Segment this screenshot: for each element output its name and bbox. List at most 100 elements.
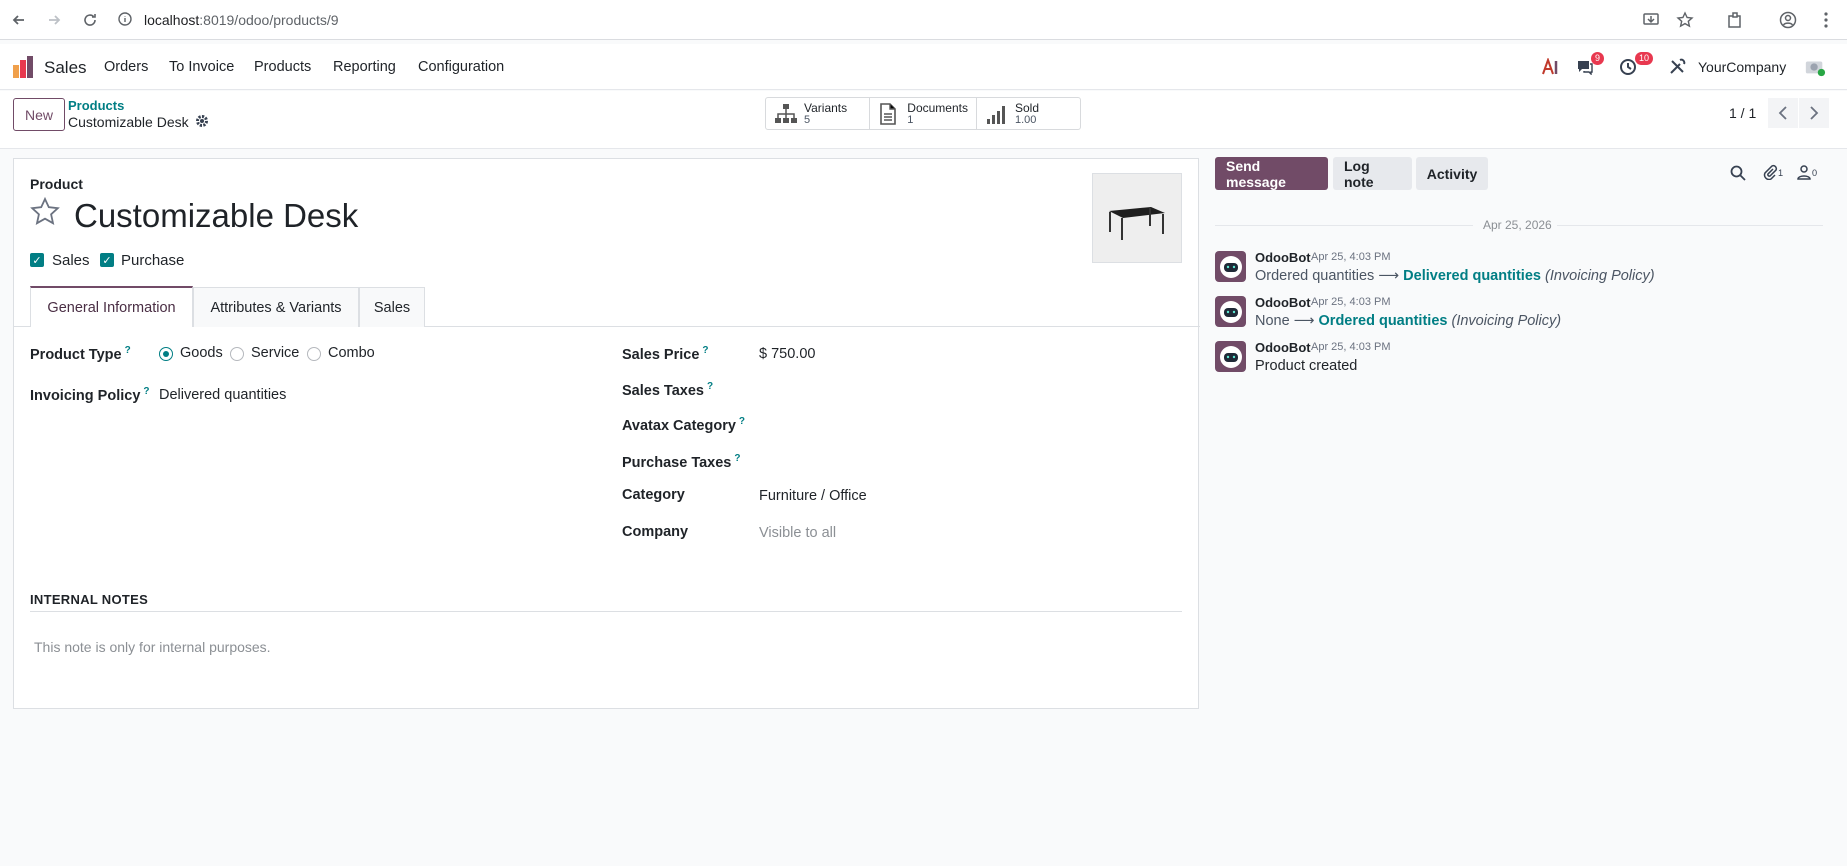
category-label: Category (622, 487, 685, 503)
reload-icon[interactable] (80, 10, 100, 30)
attachments-count: 1 (1778, 168, 1784, 178)
odoobot-avatar[interactable] (1215, 251, 1246, 282)
sales-price-label: Sales Price? (622, 345, 709, 363)
pager-previous-icon[interactable] (1768, 98, 1798, 128)
message-date: Apr 25, 4:03 PM (1311, 296, 1391, 308)
help-icon[interactable]: ? (125, 345, 131, 356)
send-message-button[interactable]: Send message (1215, 157, 1328, 190)
sales-checkbox[interactable]: ✓ (30, 253, 44, 267)
activity-button[interactable]: Activity (1416, 157, 1488, 190)
category-field[interactable]: Furniture / Office (759, 488, 867, 504)
menu-configuration[interactable]: Configuration (418, 59, 504, 75)
sales-app-icon[interactable] (12, 56, 34, 78)
install-app-icon[interactable] (1641, 10, 1661, 30)
menu-reporting[interactable]: Reporting (333, 59, 396, 75)
radio-goods-label[interactable]: Goods (180, 345, 223, 361)
profile-icon[interactable] (1778, 10, 1798, 30)
avatax-category-field[interactable] (759, 412, 1179, 436)
attachments-button[interactable]: 1 (1762, 163, 1783, 183)
sold-label: Sold (1015, 100, 1040, 115)
variants-stat-button[interactable]: Variants 5 (766, 98, 870, 129)
help-icon[interactable]: ? (739, 416, 745, 427)
help-icon[interactable]: ? (707, 381, 713, 392)
message-author[interactable]: OdooBot (1255, 250, 1311, 265)
product-name-field[interactable]: Customizable Desk (74, 197, 358, 235)
help-icon[interactable]: ? (734, 453, 740, 464)
sales-price-field[interactable]: $ 750.00 (759, 346, 815, 362)
followers-button[interactable]: 0 (1796, 163, 1817, 183)
main-navbar: Sales Orders To Invoice Products Reporti… (0, 44, 1847, 90)
internal-notes-heading: INTERNAL NOTES (30, 592, 149, 607)
pager-next-icon[interactable] (1799, 98, 1829, 128)
new-button[interactable]: New (13, 98, 65, 131)
purchase-checkbox[interactable]: ✓ (100, 253, 114, 267)
help-icon[interactable]: ? (143, 386, 149, 397)
avatax-category-label: Avatax Category? (622, 416, 746, 434)
odoobot-avatar[interactable] (1215, 341, 1246, 372)
site-info-icon[interactable] (118, 11, 132, 29)
sold-stat-button[interactable]: Sold 1.00 (977, 98, 1080, 129)
invoicing-policy-label: Invoicing Policy? (30, 386, 150, 404)
message-author[interactable]: OdooBot (1255, 340, 1311, 355)
sales-taxes-field[interactable] (759, 377, 1179, 401)
radio-combo[interactable] (307, 347, 321, 361)
extensions-icon[interactable] (1725, 10, 1745, 30)
messages-badge: 9 (1590, 52, 1604, 65)
message-body: Ordered quantities ⟶ Delivered quantitie… (1255, 268, 1655, 284)
url-path: :8019/odoo/products/9 (199, 12, 339, 28)
bar-chart-icon (985, 103, 1009, 125)
radio-service-label[interactable]: Service (251, 345, 299, 361)
odoobot-avatar[interactable] (1215, 296, 1246, 327)
documents-stat-button[interactable]: Documents 1 (870, 98, 977, 129)
forward-icon[interactable] (44, 10, 64, 30)
company-switcher[interactable]: YourCompany (1698, 59, 1786, 75)
tools-icon[interactable] (1666, 56, 1688, 78)
purchase-checkbox-label: Purchase (121, 252, 185, 269)
company-field[interactable]: Visible to all (759, 525, 836, 541)
sitemap-icon (774, 103, 798, 125)
breadcrumb-current: Customizable Desk (68, 114, 189, 130)
tab-general-information[interactable]: General Information (30, 286, 193, 327)
purchase-taxes-field[interactable] (759, 449, 1179, 473)
back-icon[interactable] (9, 10, 29, 30)
browser-menu-icon[interactable] (1816, 10, 1836, 30)
menu-products[interactable]: Products (254, 59, 311, 75)
paperclip-icon (1762, 164, 1778, 183)
app-name[interactable]: Sales (44, 58, 87, 78)
user-icon (1796, 164, 1812, 183)
tab-attributes-variants[interactable]: Attributes & Variants (193, 287, 359, 327)
documents-label: Documents (907, 100, 968, 115)
user-avatar-icon[interactable] (1804, 56, 1826, 78)
gear-icon[interactable] (195, 114, 209, 128)
log-note-button[interactable]: Log note (1333, 157, 1412, 190)
product-image[interactable] (1092, 173, 1182, 263)
internal-notes-field[interactable]: This note is only for internal purposes. (34, 639, 271, 655)
menu-to-invoice[interactable]: To Invoice (169, 59, 234, 75)
help-icon[interactable]: ? (702, 345, 708, 356)
ai-icon[interactable] (1540, 56, 1562, 78)
breadcrumb-products[interactable]: Products (68, 98, 124, 113)
favorite-star-icon[interactable] (30, 196, 60, 227)
tab-sales[interactable]: Sales (359, 287, 425, 327)
radio-service[interactable] (230, 347, 244, 361)
radio-combo-label[interactable]: Combo (328, 345, 375, 361)
activities-clock-icon[interactable]: 10 (1617, 52, 1653, 78)
radio-goods[interactable] (159, 347, 173, 361)
search-messages-icon[interactable] (1730, 163, 1746, 183)
invoicing-policy-field[interactable]: Delivered quantities (159, 387, 286, 403)
menu-orders[interactable]: Orders (104, 59, 148, 75)
messages-icon[interactable]: 9 (1574, 52, 1604, 78)
pager-value[interactable]: 1 / 1 (1729, 105, 1756, 121)
variants-count: 5 (804, 113, 811, 126)
bookmark-star-icon[interactable] (1675, 10, 1695, 30)
browser-toolbar: localhost:8019/odoo/products/9 (0, 0, 1847, 40)
message-body: None ⟶ Ordered quantities (Invoicing Pol… (1255, 313, 1562, 329)
product-label: Product (30, 176, 83, 192)
product-type-label: Product Type? (30, 345, 131, 363)
date-separator: Apr 25, 2026 (1215, 217, 1823, 233)
control-panel: New Products Customizable Desk Variants … (0, 91, 1847, 149)
form-tabs: General Information Attributes & Variant… (14, 286, 1200, 327)
product-form-sheet: Product Customizable Desk ✓ Sales ✓ Purc… (13, 158, 1200, 709)
message-author[interactable]: OdooBot (1255, 295, 1311, 310)
address-bar[interactable]: localhost:8019/odoo/products/9 (118, 6, 1678, 34)
